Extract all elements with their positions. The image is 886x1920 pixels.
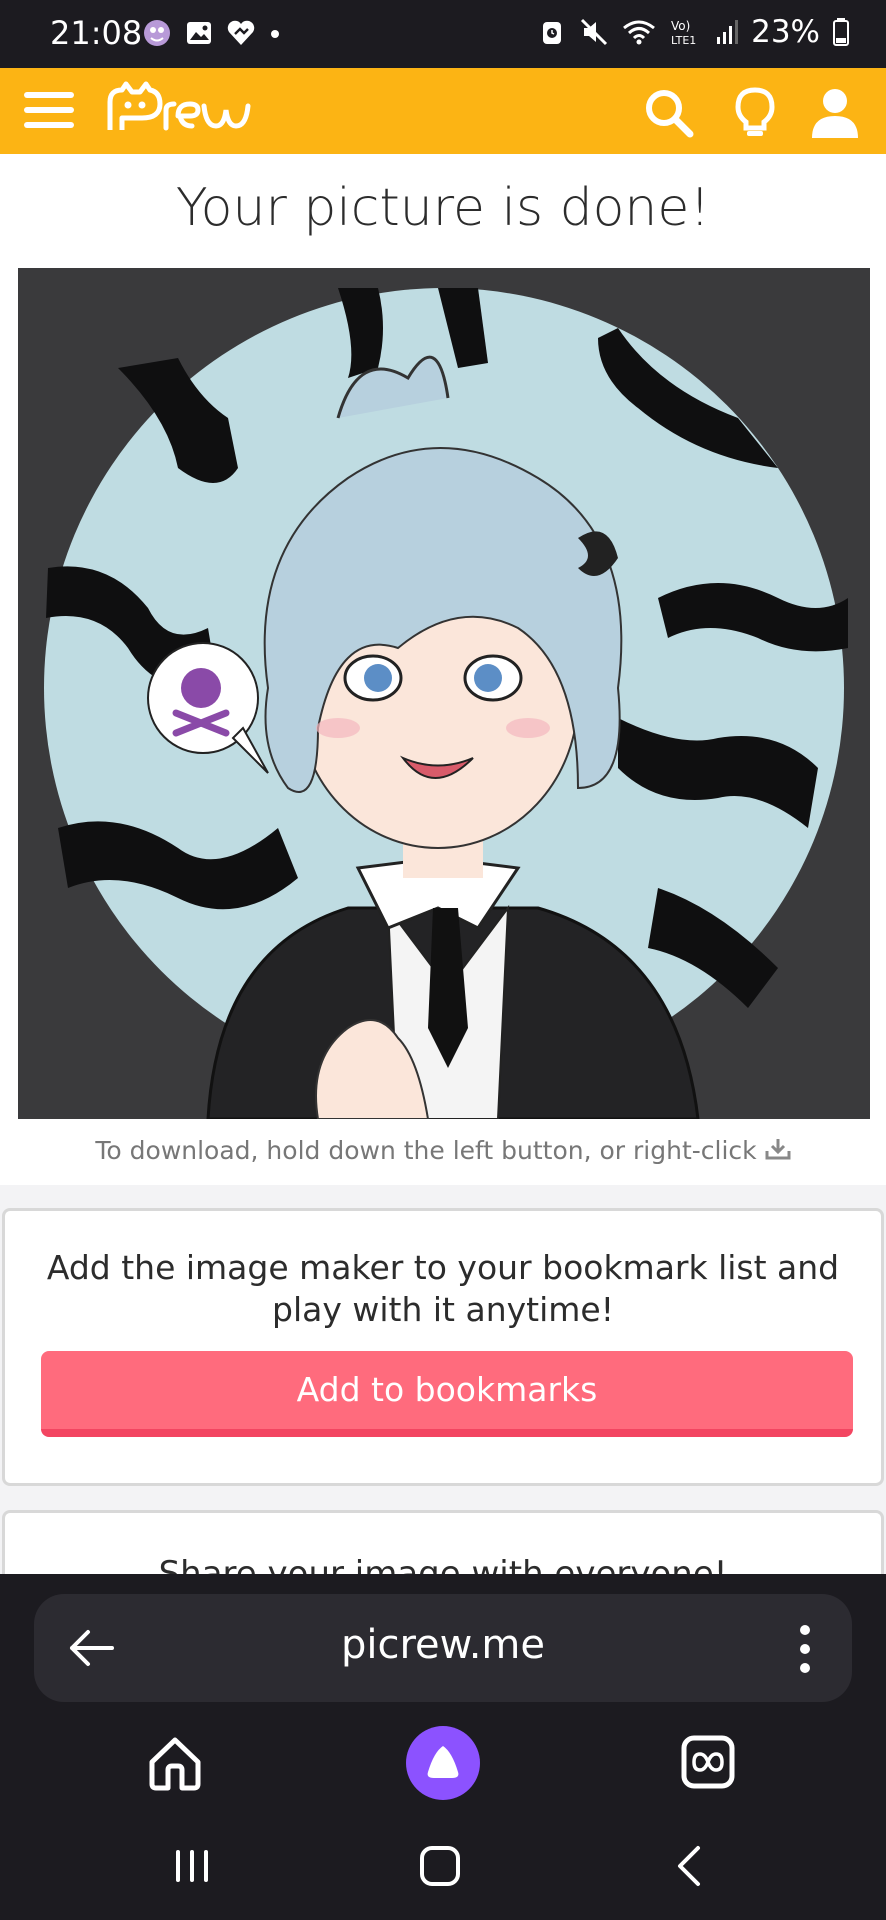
notification-icons [142,18,282,48]
user-icon[interactable] [808,86,862,140]
picrew-logo[interactable] [106,80,276,142]
heart-badge-icon [227,20,255,45]
lightbulb-icon[interactable] [728,86,782,140]
download-hint-text: To download, hold down the left button, … [95,1136,757,1165]
more-vert-icon[interactable] [798,1624,812,1674]
status-time: 21:08 [50,14,143,52]
signal-icon [717,20,739,44]
app-header [0,68,886,154]
avatar-image [18,268,870,1119]
volte-icon: Vo)LTE1 [671,19,696,47]
recent-apps-icon[interactable] [172,1846,212,1886]
url-text[interactable]: picrew.me [34,1622,852,1668]
status-bar: 21:08 Vo) LTE1 23% [0,0,886,68]
search-icon[interactable] [642,86,696,140]
download-hint: To download, hold down the left button, … [0,1136,886,1165]
battery-percentage: 23% [751,14,820,50]
system-status: Vo) LTE1 23% [537,14,850,50]
battery-icon [833,18,849,46]
tabs-icon[interactable] [680,1734,736,1790]
add-to-bookmarks-button[interactable]: Add to bookmarks [41,1351,853,1437]
result-picture[interactable] [18,268,870,1119]
gallery-icon [187,22,211,44]
download-icon [765,1139,791,1160]
dot-icon [271,30,279,38]
menu-icon[interactable] [24,88,74,132]
bookmark-card: Add the image maker to your bookmark lis… [2,1208,884,1486]
bookmark-card-text: Add the image maker to your bookmark lis… [46,1248,840,1329]
svg-text:LTE1: LTE1 [671,34,696,47]
assistant-icon[interactable] [406,1726,480,1800]
app-notification-icon [144,20,170,46]
back-icon[interactable] [672,1844,708,1888]
page-title: Your picture is done! [175,178,711,238]
home-icon[interactable] [146,1734,204,1792]
svg-text:Vo): Vo) [671,19,690,33]
home-button-icon[interactable] [418,1844,462,1888]
address-bar[interactable]: picrew.me [34,1594,852,1702]
browser-bottom-bar: picrew.me [0,1574,886,1920]
alarm-icon [543,22,562,44]
wifi-icon [623,20,656,45]
mute-icon [581,18,608,46]
